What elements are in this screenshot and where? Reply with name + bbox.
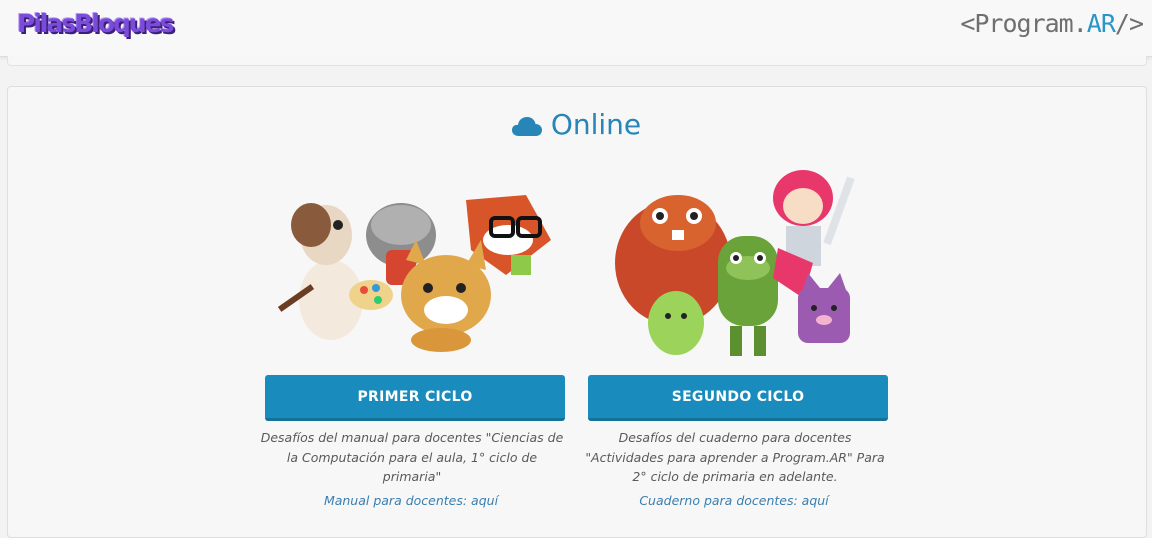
primer-ciclo-button[interactable]: PRIMER CICLO <box>265 375 565 421</box>
primer-ciclo-description: Desafíos del manual para docentes "Cienc… <box>260 430 564 484</box>
top-navbar: PilasBloques <Program.AR/> <box>0 0 1152 57</box>
online-panel <box>7 86 1147 538</box>
segundo-ciclo-description: Desafíos del cuaderno para docentes "Act… <box>585 430 885 484</box>
program-ar-logo-prefix: <Program. <box>960 9 1087 38</box>
segundo-ciclo-button[interactable]: SEGUNDO CICLO <box>588 375 888 421</box>
section-title: Online <box>0 108 1152 144</box>
pilas-bloques-logo[interactable]: PilasBloques <box>17 9 175 38</box>
segundo-ciclo-illustration <box>615 170 855 356</box>
cloud-icon <box>511 111 543 144</box>
program-ar-logo[interactable]: <Program.AR/> <box>960 9 1144 38</box>
cuaderno-docentes-link[interactable]: Cuaderno para docentes: aquí <box>584 493 884 508</box>
manual-docentes-link[interactable]: Manual para docentes: aquí <box>261 493 561 508</box>
section-title-text: Online <box>550 108 642 141</box>
primer-ciclo-illustration <box>277 195 551 352</box>
program-ar-logo-suffix: /> <box>1114 9 1144 38</box>
program-ar-logo-accent: AR <box>1086 9 1116 38</box>
top-panel-edge <box>7 56 1147 66</box>
